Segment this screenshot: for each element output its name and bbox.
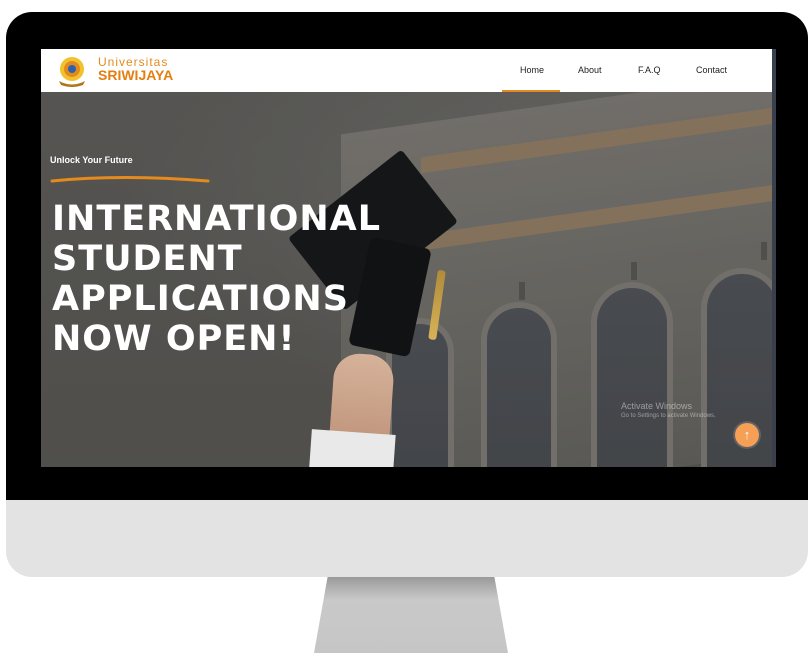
scroll-to-top-button[interactable]: ↑ <box>735 423 759 447</box>
headline-line: NOW OPEN! <box>52 319 296 359</box>
watermark-title: Activate Windows <box>621 401 693 411</box>
watermark-subtitle: Go to Settings to activate Windows. <box>621 413 716 419</box>
arrow-up-icon: ↑ <box>743 427 751 442</box>
page-scrollbar[interactable] <box>772 49 776 467</box>
hero-headline: INTERNATIONAL STUDENT APPLICATIONS NOW O… <box>52 199 381 359</box>
top-navbar: Universitas SRIWIJAYA Home About F.A.Q C… <box>41 49 776 92</box>
headline-line: STUDENT <box>52 239 243 279</box>
active-nav-underline <box>502 90 560 92</box>
nav-home-link[interactable]: Home <box>520 65 544 75</box>
nav-about-link[interactable]: About <box>578 65 602 75</box>
monitor-stand <box>314 577 508 653</box>
monitor-chin <box>6 500 808 577</box>
university-logo-icon[interactable] <box>54 54 90 88</box>
nav-contact-link[interactable]: Contact <box>696 65 727 75</box>
headline-line: INTERNATIONAL <box>52 199 382 239</box>
website-screen: Universitas SRIWIJAYA Home About F.A.Q C… <box>41 49 776 467</box>
eyebrow-underline-swoosh <box>50 176 210 183</box>
activate-windows-watermark: Activate Windows Go to Settings to activ… <box>621 401 716 421</box>
headline-line: APPLICATIONS <box>52 279 349 319</box>
hero-eyebrow: Unlock Your Future <box>50 155 133 165</box>
brand-name-line2[interactable]: SRIWIJAYA <box>98 67 173 83</box>
shirt-sleeve <box>306 429 396 467</box>
nav-faq-link[interactable]: F.A.Q <box>638 65 661 75</box>
